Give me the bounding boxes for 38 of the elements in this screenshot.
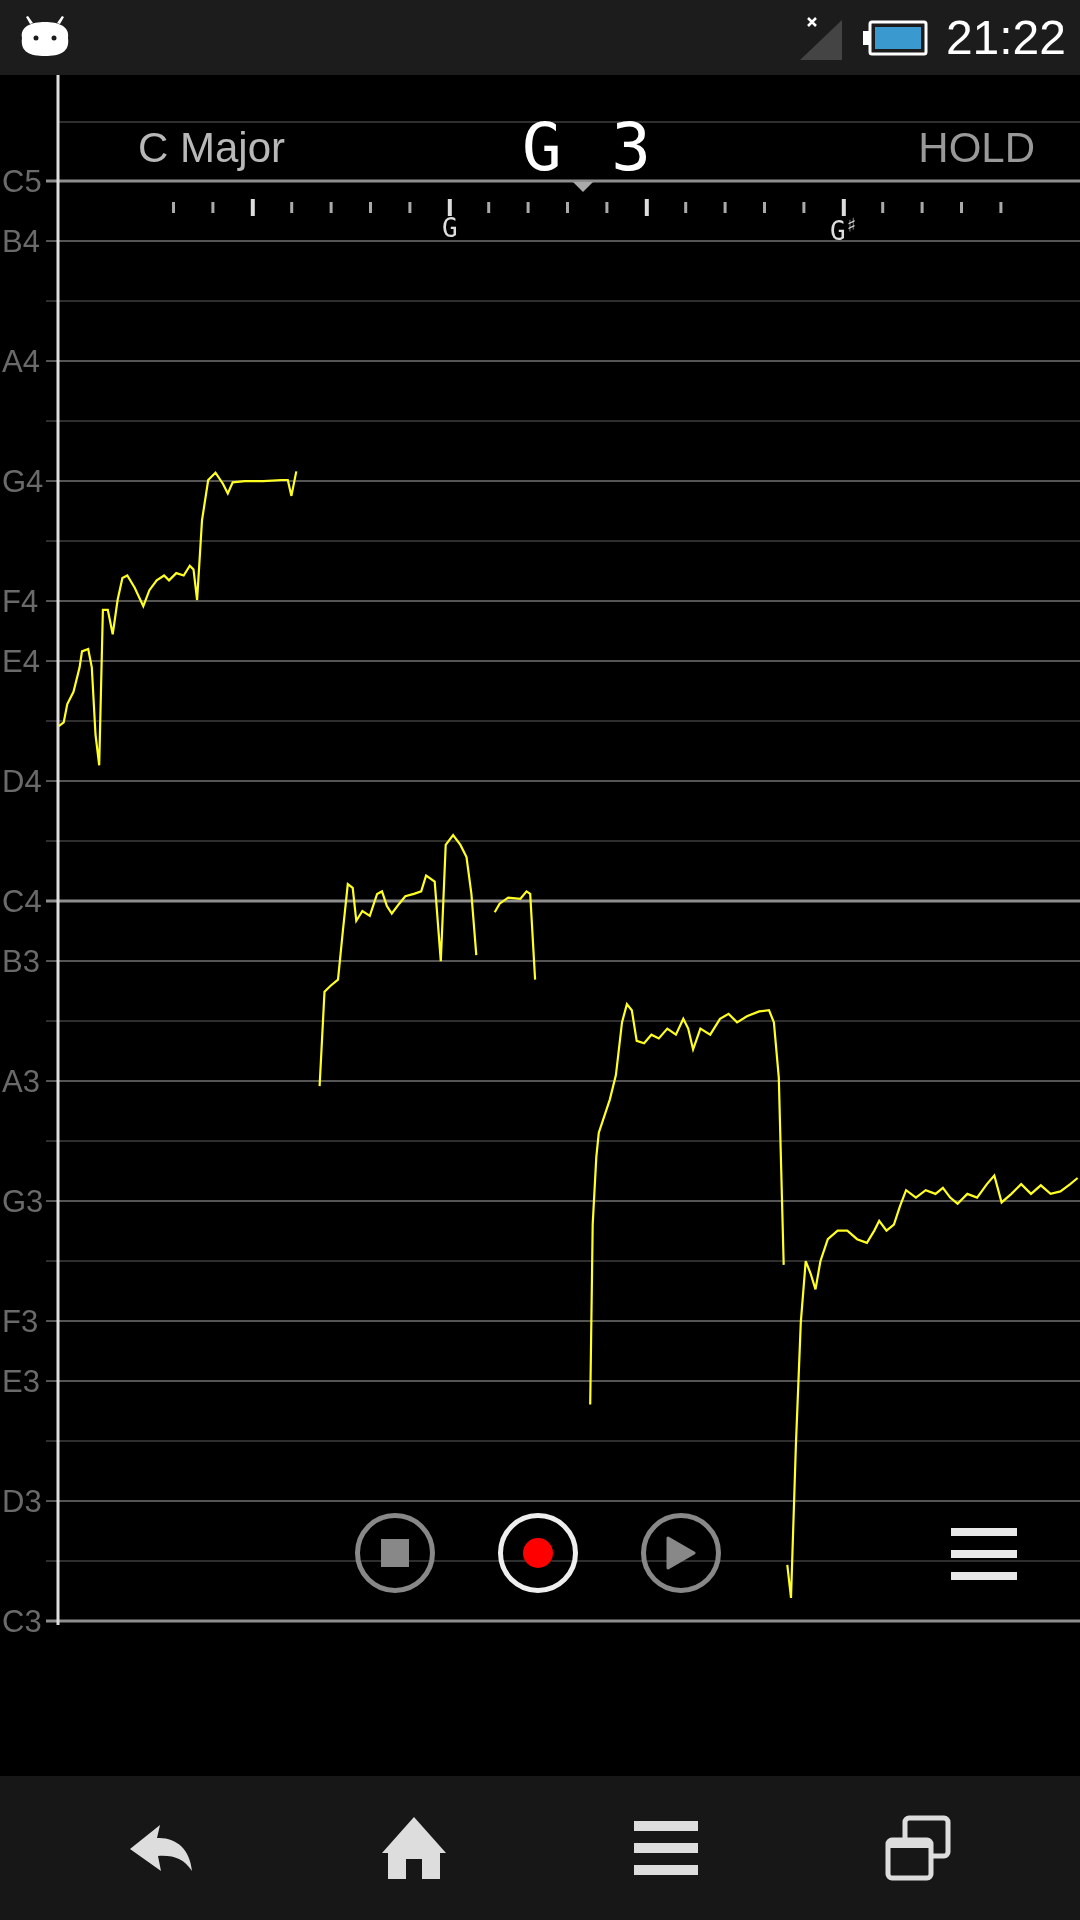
battery-icon: [861, 19, 928, 56]
menu-icon: [634, 1821, 698, 1875]
ruler-label: G$^{♯}$: [829, 213, 858, 246]
note-label: B3: [2, 944, 40, 979]
detected-note: G 3: [521, 109, 652, 186]
ruler-label: G: [441, 213, 458, 243]
back-button[interactable]: [130, 1823, 194, 1873]
record-button[interactable]: [498, 1513, 578, 1593]
note-label: C4: [2, 884, 42, 919]
note-label: E4: [2, 644, 40, 679]
note-label: F4: [2, 584, 39, 619]
stop-button[interactable]: [355, 1513, 435, 1593]
home-icon: [382, 1817, 446, 1879]
menu-icon[interactable]: [951, 1528, 1017, 1580]
note-label: F3: [2, 1304, 39, 1339]
clock-time: 21:22: [945, 10, 1066, 65]
pointer-icon: [573, 182, 593, 192]
hold-button[interactable]: HOLD: [918, 123, 1035, 172]
play-icon: [666, 1536, 696, 1570]
note-label: D3: [2, 1484, 42, 1519]
stop-icon: [381, 1539, 409, 1567]
note-label: G4: [2, 464, 44, 499]
menu-button[interactable]: [634, 1821, 698, 1875]
note-label: B4: [2, 224, 40, 259]
note-label: G3: [2, 1184, 44, 1219]
key-label[interactable]: C Major: [138, 123, 286, 172]
back-icon: [130, 1823, 194, 1873]
record-icon: [523, 1538, 553, 1568]
note-label: E3: [2, 1364, 40, 1399]
note-label: C3: [2, 1604, 42, 1639]
note-label: A3: [2, 1064, 40, 1099]
windows-icon: [885, 1815, 951, 1881]
note-label: C5: [2, 164, 42, 199]
play-button[interactable]: [641, 1513, 721, 1593]
home-button[interactable]: [382, 1817, 446, 1879]
note-label: A4: [2, 344, 40, 379]
note-label: D4: [2, 764, 42, 799]
recent-apps-button[interactable]: [885, 1815, 951, 1881]
